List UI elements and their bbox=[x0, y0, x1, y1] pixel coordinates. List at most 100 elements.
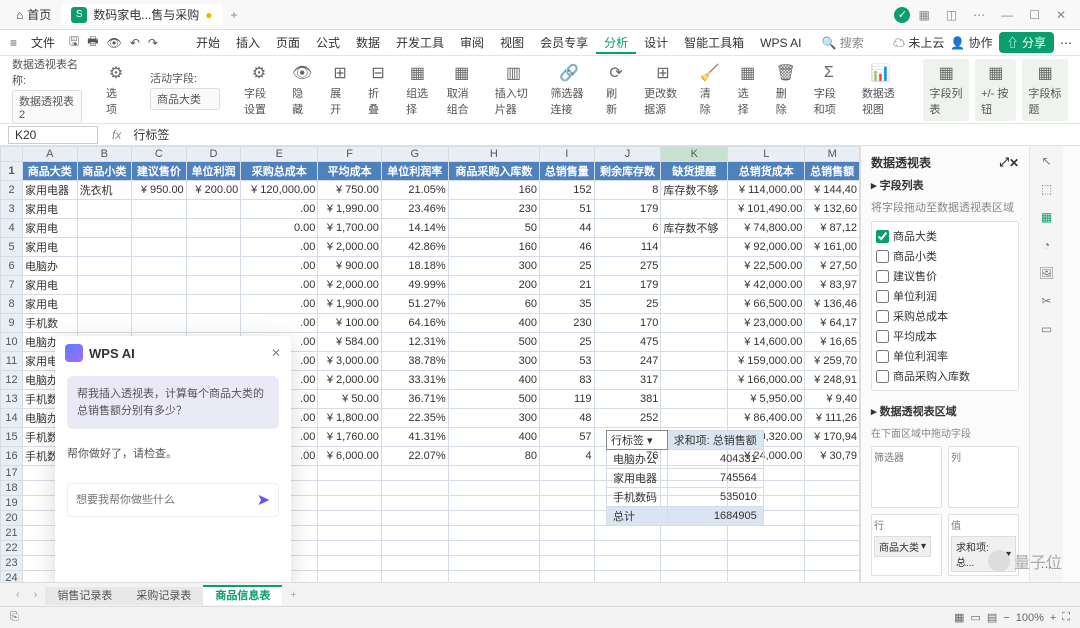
box-tool-icon[interactable]: ▭ bbox=[1041, 322, 1052, 336]
undo-icon[interactable]: ↶ bbox=[128, 36, 142, 50]
fullscreen-icon[interactable]: ⛶ bbox=[1062, 611, 1070, 624]
active-field-input[interactable]: 商品大类 bbox=[150, 88, 220, 110]
more-icon[interactable]: ⋯ bbox=[965, 4, 993, 26]
ribbon-end-2[interactable]: ▦字段标题 bbox=[1022, 59, 1068, 121]
options-button[interactable]: ⚙选项 bbox=[104, 63, 128, 117]
menu-7[interactable]: 视图 bbox=[492, 34, 532, 52]
field-checkbox[interactable] bbox=[876, 250, 889, 263]
name-box[interactable]: K20 bbox=[8, 126, 98, 144]
tab-add-icon[interactable]: + bbox=[284, 589, 302, 601]
ribbon-6[interactable]: ▥插入切片器 bbox=[493, 63, 535, 117]
field-checkbox[interactable] bbox=[876, 230, 889, 243]
menu-4[interactable]: 数据 bbox=[348, 34, 388, 52]
ribbon-end-0[interactable]: ▦字段列表 bbox=[923, 59, 969, 121]
field-checkbox[interactable] bbox=[876, 330, 889, 343]
ribbon-11[interactable]: ▦选择 bbox=[736, 63, 760, 117]
arrow-tool-icon[interactable]: ↖ bbox=[1041, 154, 1051, 168]
tab-prev-icon[interactable]: ‹ bbox=[10, 589, 26, 601]
menu-0[interactable]: 开始 bbox=[188, 34, 228, 52]
ribbon-7[interactable]: 🔗筛选器连接 bbox=[548, 63, 590, 117]
field-checkbox[interactable] bbox=[876, 310, 889, 323]
field-checkbox[interactable] bbox=[876, 270, 889, 283]
image-tool-icon[interactable]: 🖼 bbox=[1039, 266, 1054, 280]
field-0[interactable]: 商品大类 bbox=[876, 226, 1014, 246]
panel-pop-icon[interactable]: ⤢ bbox=[999, 155, 1009, 170]
style-tool-icon[interactable]: ⬚ bbox=[1041, 182, 1052, 196]
ribbon-end-1[interactable]: ▦+/- 按钮 bbox=[975, 59, 1016, 121]
field-4[interactable]: 采购总成本 bbox=[876, 306, 1014, 326]
view-normal-icon[interactable]: ▦ bbox=[954, 611, 964, 624]
panel-close-icon[interactable]: ✕ bbox=[1009, 156, 1019, 170]
ribbon-2[interactable]: ⊞展开 bbox=[328, 63, 352, 117]
field-7[interactable]: 商品采购入库数 bbox=[876, 366, 1014, 386]
tab-home[interactable]: ⌂ 首页 bbox=[6, 4, 61, 25]
cloud-status[interactable]: ☁ 未上云 bbox=[893, 34, 944, 51]
menu-11[interactable]: 智能工具箱 bbox=[676, 34, 752, 52]
ribbon-14[interactable]: 📊数据透视图 bbox=[860, 63, 902, 117]
menu-icon[interactable]: ≡ bbox=[8, 36, 19, 50]
wps-ai-send-icon[interactable]: ➤ bbox=[257, 490, 270, 510]
field-2[interactable]: 建议售价 bbox=[876, 266, 1014, 286]
print-icon[interactable]: 🖶 bbox=[85, 32, 100, 53]
menu-9[interactable]: 分析 bbox=[596, 34, 636, 54]
spreadsheet-grid[interactable]: ABCDEFGHIJKLM1商品大类商品小类建议售价单位利润采购总成本平均成本单… bbox=[0, 146, 860, 582]
menu-2[interactable]: 页面 bbox=[268, 34, 308, 52]
menu-10[interactable]: 设计 bbox=[636, 34, 676, 52]
coop-button[interactable]: 👤 协作 bbox=[950, 34, 992, 51]
zoom-in-icon[interactable]: + bbox=[1050, 612, 1056, 624]
sheet-tab-2[interactable]: 商品信息表 bbox=[203, 585, 282, 605]
close-icon[interactable]: ✕ bbox=[1048, 4, 1074, 26]
layout-icon[interactable]: ▦ bbox=[910, 4, 937, 26]
ribbon-9[interactable]: ⊞更改数据源 bbox=[642, 63, 684, 117]
row-pill[interactable]: 商品大类 ▾ bbox=[874, 536, 931, 557]
more-menu-icon[interactable]: ⋯ bbox=[1060, 36, 1072, 50]
pivot-rowlabel-dropdown[interactable]: 行标签 ▾ bbox=[607, 431, 668, 450]
ribbon-8[interactable]: ⟳刷新 bbox=[604, 63, 628, 117]
field-checkbox[interactable] bbox=[876, 350, 889, 363]
redo-icon[interactable]: ↷ bbox=[146, 36, 160, 50]
pivot-name-input[interactable]: 数据透视表2 bbox=[12, 90, 82, 124]
ribbon-10[interactable]: 🧹清除 bbox=[698, 63, 722, 117]
field-5[interactable]: 平均成本 bbox=[876, 326, 1014, 346]
ribbon-3[interactable]: ⊟折叠 bbox=[366, 63, 390, 117]
ribbon-0[interactable]: ⚙字段设置 bbox=[242, 63, 276, 117]
ribbon-12[interactable]: 🗑删除 bbox=[774, 63, 798, 117]
menu-5[interactable]: 开发工具 bbox=[388, 34, 452, 52]
wps-ai-input[interactable] bbox=[76, 494, 257, 506]
sheet-tab-1[interactable]: 采购记录表 bbox=[124, 587, 203, 605]
menu-1[interactable]: 插入 bbox=[228, 34, 268, 52]
save-icon[interactable]: 🖫 bbox=[67, 32, 81, 53]
view-break-icon[interactable]: ▤ bbox=[987, 611, 997, 624]
ribbon-4[interactable]: ▦组选择 bbox=[404, 63, 431, 117]
menu-6[interactable]: 审阅 bbox=[452, 34, 492, 52]
minimize-icon[interactable]: — bbox=[993, 4, 1021, 26]
search-menu[interactable]: 🔍 搜索 bbox=[813, 32, 871, 53]
tab-document[interactable]: S 数码家电...售与采购 ● bbox=[61, 4, 222, 25]
share-button[interactable]: ⇧ 分享 bbox=[999, 32, 1054, 53]
ribbon-13[interactable]: Σ字段和项 bbox=[812, 63, 846, 117]
tab-next-icon[interactable]: › bbox=[28, 589, 44, 601]
menu-3[interactable]: 公式 bbox=[308, 34, 348, 52]
clock-tool-icon[interactable]: ◔ bbox=[1043, 238, 1050, 252]
field-1[interactable]: 商品小类 bbox=[876, 246, 1014, 266]
fx-icon[interactable]: fx bbox=[106, 128, 127, 142]
ribbon-5[interactable]: ▦取消组合 bbox=[445, 63, 479, 117]
sync-icon[interactable]: ✓ bbox=[894, 7, 910, 23]
preview-icon[interactable]: 👁 bbox=[105, 36, 124, 50]
field-3[interactable]: 单位利润 bbox=[876, 286, 1014, 306]
ribbon-1[interactable]: 👁隐藏 bbox=[290, 63, 314, 117]
sheet-tab-0[interactable]: 销售记录表 bbox=[45, 587, 124, 605]
field-checkbox[interactable] bbox=[876, 370, 889, 383]
maximize-icon[interactable]: ☐ bbox=[1021, 4, 1048, 26]
cube-icon[interactable]: ◫ bbox=[938, 4, 965, 26]
wps-ai-close-icon[interactable]: ✕ bbox=[271, 346, 281, 360]
menu-8[interactable]: 会员专享 bbox=[532, 34, 596, 52]
record-icon[interactable]: ⎘ bbox=[10, 611, 19, 624]
new-tab-button[interactable]: + bbox=[223, 4, 246, 26]
view-page-icon[interactable]: ▭ bbox=[970, 611, 980, 624]
ruler-tool-icon[interactable]: ✂ bbox=[1041, 294, 1051, 308]
pivot-tool-icon[interactable]: ▦ bbox=[1041, 210, 1052, 224]
area-row[interactable]: 行商品大类 ▾ bbox=[871, 514, 942, 576]
zoom-out-icon[interactable]: − bbox=[1003, 612, 1009, 624]
field-6[interactable]: 单位利润率 bbox=[876, 346, 1014, 366]
